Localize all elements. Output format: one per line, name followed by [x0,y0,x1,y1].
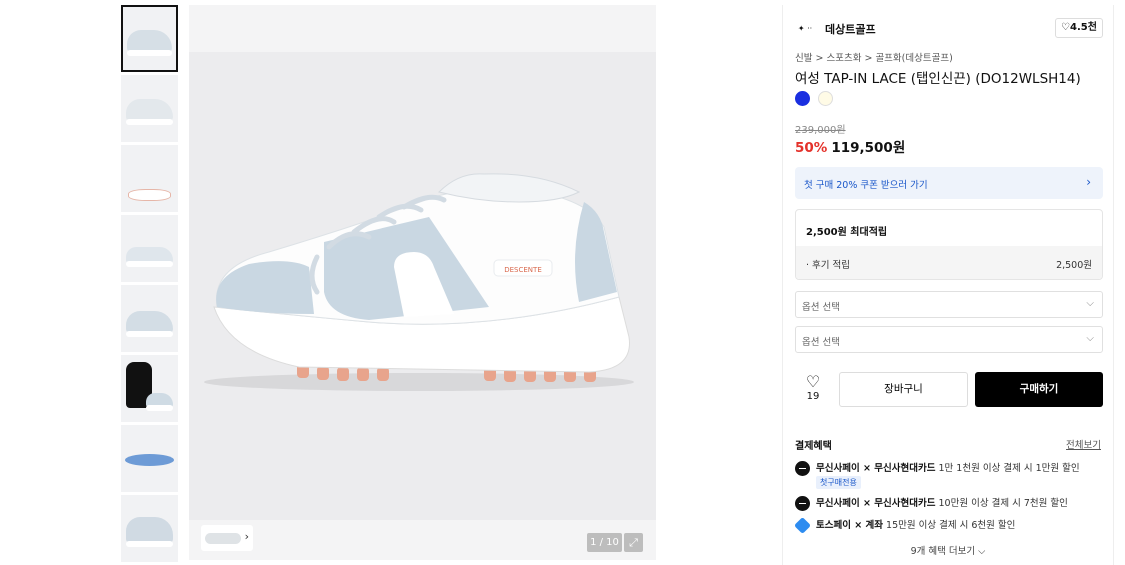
chevron-right-icon: › [244,530,249,543]
buy-now-button[interactable]: 구매하기 [975,372,1103,407]
shoe-image: DESCENTE [204,173,634,391]
thumbnail-1[interactable] [121,5,178,72]
points-title: 2,500원 최대적립 [806,227,888,238]
benefit-partner: 무신사페이 × 무신사현대카드 [816,463,936,474]
chevron-down-icon: ⌵ [1086,333,1094,344]
main-image-area: DESCENTE › 1 / 10 ⤢ [189,5,656,560]
points-row-label: · 후기 적립 [806,260,851,271]
option-select-placeholder: 옵션 선택 [802,302,840,313]
color-options [795,91,836,110]
coupon-banner[interactable]: 첫 구매 20% 쿠폰 받으러 가기 › [795,167,1103,199]
thumbnail-4[interactable] [121,215,178,282]
brand-logo-icon[interactable]: ✦ ·· [795,20,815,38]
thumbnail-3[interactable] [121,145,178,212]
color-swatch-ivory[interactable] [818,91,834,106]
musinsa-card-icon [795,461,810,476]
points-row: · 후기 적립 2,500원 [796,246,1102,279]
more-benefits-button[interactable]: 9개 혜택 더보기 ⌵ [783,543,1113,557]
product-info-panel: ✦ ·· 데상트골프 ♡4.5천 신발 > 스포츠화 > 골프화(데상트골프) … [782,5,1114,565]
benefit-detail: 1만 1천원 이상 결제 시 1만원 할인 [935,463,1080,474]
product-photo[interactable]: DESCENTE [189,52,656,520]
shoe-thumbnail-image [126,311,173,337]
option-select-1[interactable]: 옵션 선택 ⌵ [795,291,1103,318]
price-row: 50% 119,500원 [795,136,905,156]
payment-benefits-title: 결제혜택 [795,441,832,452]
insole-thumbnail-image [125,454,174,466]
shoe-thumbnail-image [146,393,173,411]
musinsa-card-icon [795,496,810,511]
points-row-value: 2,500원 [1056,260,1092,271]
svg-text:DESCENTE: DESCENTE [504,266,542,274]
brand-row: ✦ ·· 데상트골프 ♡4.5천 [795,18,1103,40]
expand-icon[interactable]: ⤢ [624,533,643,552]
thumbnail-5[interactable] [121,285,178,352]
wishlist-button[interactable]: ♡ 19 [795,373,831,409]
wishlist-count: 19 [806,391,820,402]
points-box: 2,500원 최대적립 · 후기 적립 2,500원 [795,209,1103,280]
shoe-thumbnail-image [126,247,173,267]
product-title: 여성 TAP-IN LACE (탭인신끈) (DO12WLSH14) [795,71,1081,87]
thumbnail-7[interactable] [121,425,178,492]
sale-price: 119,500원 [831,140,906,156]
benefit-detail: 15만원 이상 결제 시 6천원 할인 [883,520,1016,531]
first-purchase-badge: 첫구매전용 [816,476,861,489]
benefit-partner: 토스페이 × 계좌 [816,520,884,531]
thumbnail-2[interactable] [121,75,178,142]
strip-shoe-image [205,533,241,544]
chevron-right-icon: › [1086,175,1091,189]
benefit-item: 무신사페이 × 무신사현대카드 1만 1천원 이상 결제 시 1만원 할인 [795,460,1080,476]
discount-rate: 50% [795,140,828,156]
original-price: 239,000원 [795,125,846,136]
image-strip-button[interactable]: › [201,525,253,551]
brand-name-link[interactable]: 데상트골프 [825,21,876,37]
benefit-detail: 10만원 이상 결제 시 7천원 할인 [935,498,1068,509]
toss-pay-icon [794,517,811,534]
thumbnail-8[interactable] [121,495,178,562]
option-select-2[interactable]: 옵션 선택 ⌵ [795,326,1103,353]
heart-icon: ♡ [805,372,821,391]
thumbnail-6[interactable] [121,355,178,422]
thumbnail-list [121,5,178,565]
coupon-text: 첫 구매 20% 쿠폰 받으러 가기 [804,180,928,191]
benefit-item: 토스페이 × 계좌 15만원 이상 결제 시 6천원 할인 [794,517,1016,534]
image-counter: 1 / 10 [587,533,622,552]
shoe-thumbnail-image [126,517,173,547]
chevron-down-icon: ⌵ [1086,298,1094,309]
benefit-partner: 무신사페이 × 무신사현대카드 [816,498,936,509]
brand-like-button[interactable]: ♡4.5천 [1055,18,1103,38]
sole-thumbnail-image [128,189,171,201]
benefit-item: 무신사페이 × 무신사현대카드 10만원 이상 결제 시 7천원 할인 [795,495,1068,511]
add-to-cart-button[interactable]: 장바구니 [839,372,968,407]
breadcrumb[interactable]: 신발 > 스포츠화 > 골프화(데상트골프) [795,50,953,64]
shoe-thumbnail-image [127,30,172,56]
color-swatch-blue[interactable] [795,91,810,106]
view-all-benefits-link[interactable]: 전체보기 [1066,437,1101,451]
shoe-thumbnail-image [126,99,173,125]
option-select-placeholder: 옵션 선택 [802,337,840,348]
